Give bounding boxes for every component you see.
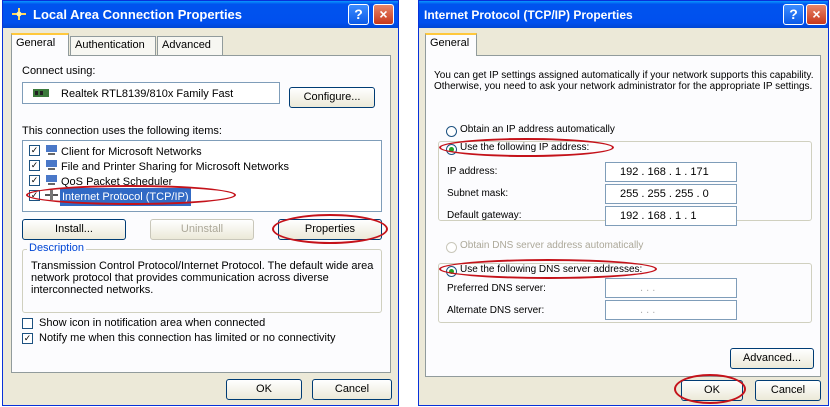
description-text: Transmission Control Protocol/Internet P…	[31, 260, 374, 296]
use-dns-label: Use the following DNS server addresses:	[460, 264, 645, 275]
description-group: Description Transmission Control Protoco…	[22, 242, 382, 313]
tab-general[interactable]: General	[425, 33, 477, 56]
qos-scheduler-icon	[46, 175, 57, 185]
obtain-dns-label: Obtain DNS server address automatically	[460, 240, 644, 251]
title-bar[interactable]: Local Area Connection Properties ? ×	[3, 1, 398, 28]
default-gateway-input[interactable]: 192 . 168 . 1 . 1	[605, 206, 737, 226]
uninstall-button: Uninstall	[150, 219, 254, 240]
printer-sharing-icon	[46, 160, 57, 170]
general-panel: Connect using: Realtek RTL8139/810x Fami…	[11, 55, 391, 373]
tab-authentication[interactable]: Authentication	[70, 36, 156, 55]
obtain-dns-radio	[446, 242, 457, 253]
default-gateway-value: 192 . 168 . 1 . 1	[620, 210, 697, 222]
description-title: Description	[27, 242, 87, 254]
subnet-mask-input[interactable]: 255 . 255 . 255 . 0	[605, 184, 737, 204]
item-checkbox[interactable]: ✓	[29, 160, 40, 171]
preferred-dns-value: . . .	[640, 282, 656, 294]
configure-button[interactable]: Configure...	[289, 87, 375, 108]
item-checkbox[interactable]: ✓	[29, 190, 40, 201]
ip-address-value: 192 . 168 . 1 . 171	[620, 166, 709, 178]
alternate-dns-value: . . .	[640, 304, 656, 316]
item-label: Internet Protocol (TCP/IP)	[60, 188, 191, 206]
preferred-dns-input[interactable]: . . .	[605, 278, 737, 298]
help-button[interactable]: ?	[783, 4, 804, 25]
ip-address-label: IP address:	[447, 166, 498, 177]
help-button[interactable]: ?	[348, 4, 369, 25]
network-connection-icon	[12, 8, 26, 20]
dialog-title: Internet Protocol (TCP/IP) Properties	[424, 8, 633, 22]
obtain-ip-label: Obtain an IP address automatically	[460, 124, 615, 135]
cancel-button[interactable]: Cancel	[312, 379, 392, 400]
preferred-dns-label: Preferred DNS server:	[447, 283, 546, 294]
protocol-icon	[45, 190, 58, 200]
list-item[interactable]: ✓ Client for Microsoft Networks	[23, 143, 379, 158]
notify-label: Notify me when this connection has limit…	[39, 332, 336, 344]
tab-advanced[interactable]: Advanced	[157, 36, 223, 55]
title-bar[interactable]: Internet Protocol (TCP/IP) Properties ? …	[419, 1, 828, 28]
network-card-icon	[33, 89, 49, 97]
show-icon-checkbox[interactable]	[22, 318, 33, 329]
dialog-title: Local Area Connection Properties	[33, 7, 243, 22]
alternate-dns-label: Alternate DNS server:	[447, 305, 545, 316]
ip-address-input[interactable]: 192 . 168 . 1 . 171	[605, 162, 737, 182]
show-icon-label: Show icon in notification area when conn…	[39, 317, 266, 329]
item-checkbox[interactable]: ✓	[29, 175, 40, 186]
close-button[interactable]: ×	[373, 4, 394, 25]
list-item-selected[interactable]: ✓ Internet Protocol (TCP/IP)	[23, 188, 379, 206]
ok-button[interactable]: OK	[226, 379, 302, 400]
close-button[interactable]: ×	[806, 4, 827, 25]
item-checkbox[interactable]: ✓	[29, 145, 40, 156]
tcpip-properties-dialog: Internet Protocol (TCP/IP) Properties ? …	[418, 0, 829, 406]
advanced-button[interactable]: Advanced...	[730, 348, 814, 369]
alternate-dns-input[interactable]: . . .	[605, 300, 737, 320]
intro-text: You can get IP settings assigned automat…	[434, 70, 814, 92]
list-item[interactable]: ✓ File and Printer Sharing for Microsoft…	[23, 158, 379, 173]
components-list[interactable]: ✓ Client for Microsoft Networks ✓ File a…	[22, 140, 382, 212]
subnet-mask-label: Subnet mask:	[447, 188, 509, 199]
use-ip-radio[interactable]	[446, 144, 457, 155]
tab-general[interactable]: General	[11, 33, 69, 56]
list-item[interactable]: ✓ QoS Packet Scheduler	[23, 173, 379, 188]
connect-using-label: Connect using:	[22, 65, 96, 77]
properties-button[interactable]: Properties	[278, 219, 382, 240]
install-button[interactable]: Install...	[22, 219, 126, 240]
default-gateway-label: Default gateway:	[447, 210, 522, 221]
use-ip-label: Use the following IP address:	[460, 142, 592, 153]
obtain-ip-radio[interactable]	[446, 126, 457, 137]
general-panel: You can get IP settings assigned automat…	[425, 55, 821, 377]
cancel-button[interactable]: Cancel	[755, 380, 821, 401]
subnet-mask-value: 255 . 255 . 255 . 0	[620, 188, 709, 200]
adapter-field: Realtek RTL8139/810x Family Fast	[22, 82, 280, 104]
ok-button[interactable]: OK	[681, 380, 743, 401]
lan-properties-dialog: Local Area Connection Properties ? × Gen…	[2, 0, 399, 406]
adapter-name: Realtek RTL8139/810x Family Fast	[61, 88, 234, 100]
notify-checkbox[interactable]: ✓	[22, 333, 33, 344]
ip-settings-group: IP address: 192 . 168 . 1 . 171 Subnet m…	[438, 141, 812, 226]
network-client-icon	[46, 145, 57, 155]
items-label: This connection uses the following items…	[22, 125, 222, 137]
use-dns-radio[interactable]	[446, 266, 457, 277]
